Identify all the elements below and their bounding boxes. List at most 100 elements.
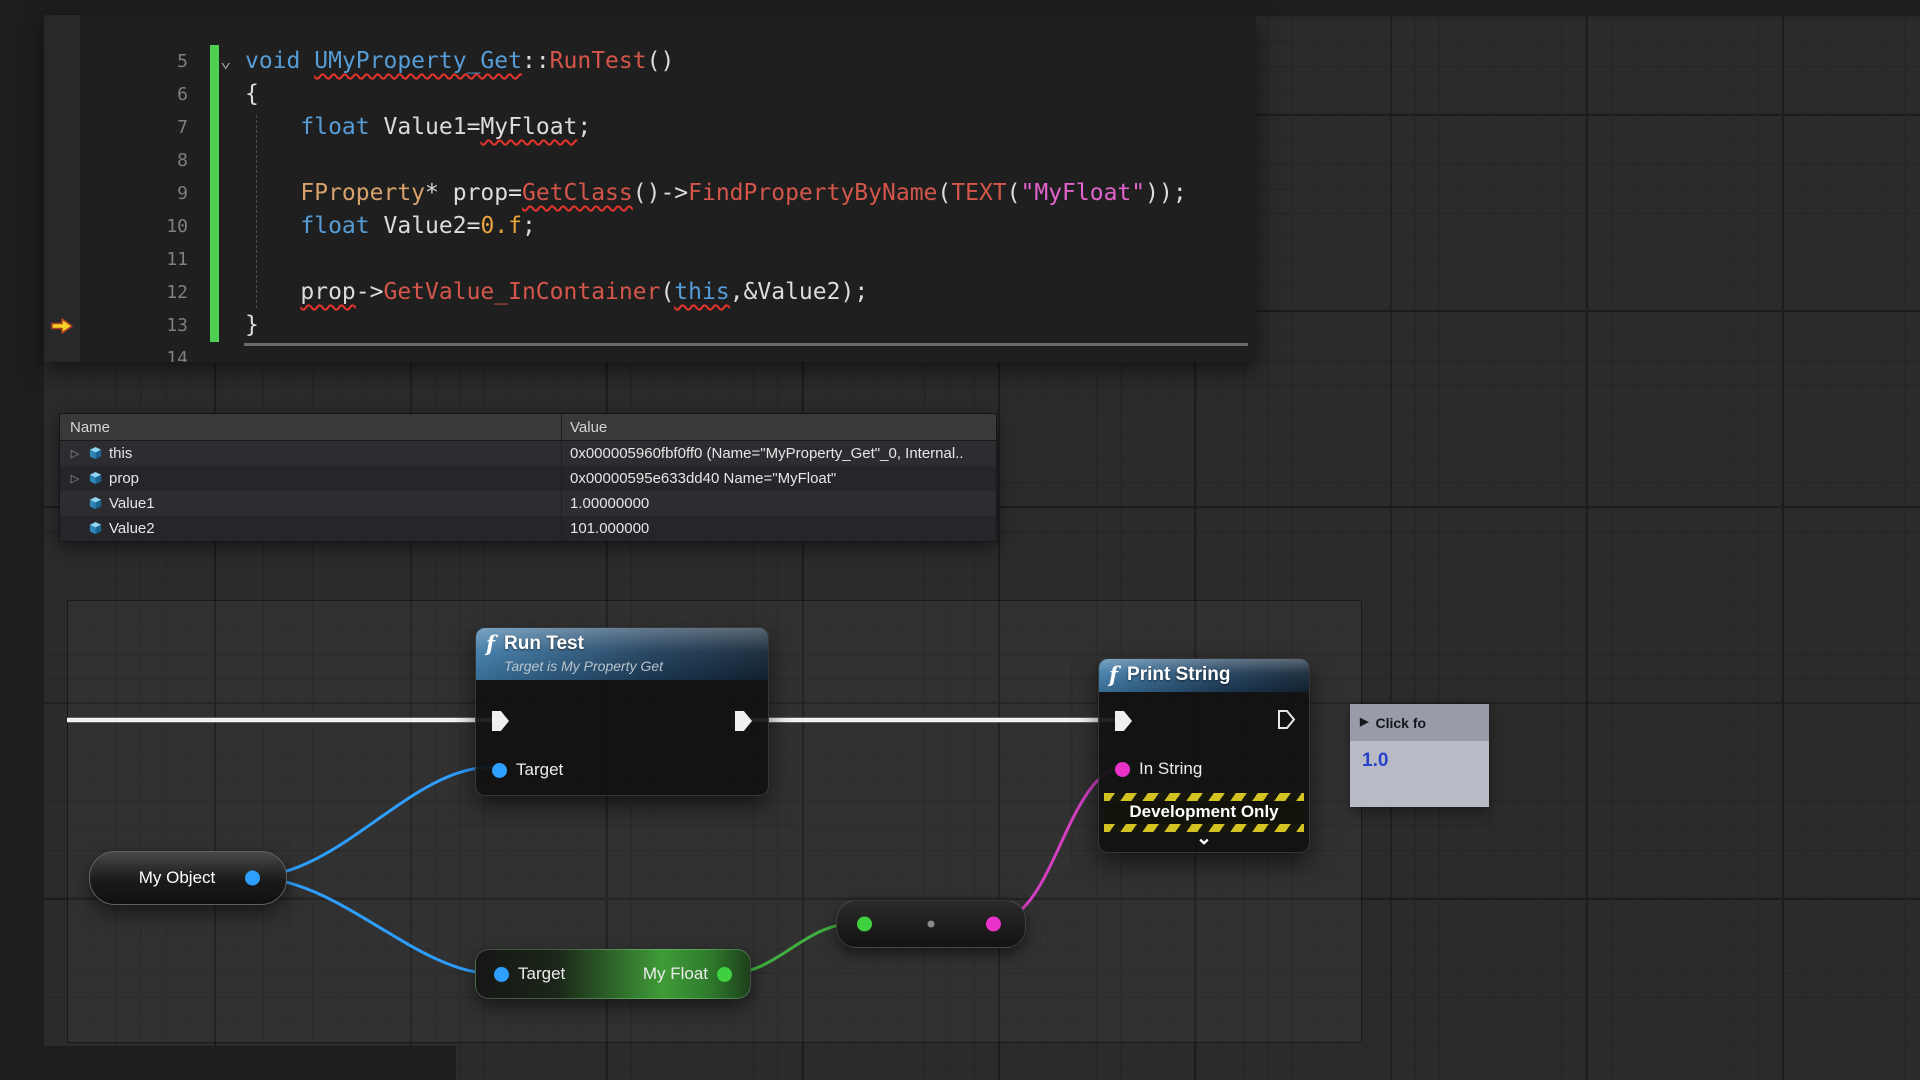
- conversion-input-pin[interactable]: [857, 917, 872, 932]
- code-token: [245, 279, 300, 305]
- variable-value: 1.00000000: [562, 495, 996, 512]
- wire-myobject-to-getter-target[interactable]: [250, 877, 496, 974]
- node-my-object[interactable]: My Object: [89, 851, 287, 905]
- code-token: ));: [1145, 180, 1187, 206]
- breakpoint-margin-cell[interactable]: [44, 111, 80, 144]
- variable-value: 0x00000595e633dd40 Name="MyFloat": [562, 470, 996, 487]
- code-token: [370, 114, 384, 140]
- breakpoint-margin-cell[interactable]: [44, 45, 80, 78]
- code-text: FProperty* prop=GetClass()->FindProperty…: [219, 177, 1256, 210]
- exec-out-pin[interactable]: [1277, 709, 1296, 730]
- code-line: 13}: [44, 309, 1256, 342]
- change-tracking-bar: [210, 276, 219, 309]
- exec-in-pin[interactable]: [492, 711, 509, 731]
- variable-name: this: [109, 445, 132, 462]
- conversion-output-pin[interactable]: [986, 917, 1001, 932]
- breakpoint-margin-cell[interactable]: [44, 210, 80, 243]
- indent-guide: [256, 115, 257, 308]
- watch-name-cell: ▷prop: [60, 466, 562, 491]
- change-tracking-bar: [210, 342, 219, 362]
- code-token: (: [660, 279, 674, 305]
- code-token: Value1: [384, 114, 467, 140]
- code-text: [219, 144, 1256, 177]
- code-text: float Value1=MyFloat;: [219, 111, 1256, 144]
- fold-chevron-icon[interactable]: ⌄: [220, 45, 231, 78]
- tooltip-header[interactable]: ▶ Click fo: [1350, 704, 1489, 741]
- watch-name-cell: Value2: [60, 516, 562, 541]
- code-line: 6{: [44, 78, 1256, 111]
- function-icon: f: [486, 633, 495, 655]
- watch-row[interactable]: ▷prop0x00000595e633dd40 Name="MyFloat": [60, 466, 996, 491]
- node-print-string[interactable]: f Print String In String Development Onl…: [1098, 658, 1310, 853]
- chevron-down-icon[interactable]: ⌄: [1099, 829, 1309, 849]
- watch-row[interactable]: Value2101.000000: [60, 516, 996, 541]
- exec-in-pin[interactable]: [1115, 711, 1132, 731]
- code-token: {: [245, 81, 259, 107]
- code-token: =: [467, 213, 481, 239]
- node-get-my-float[interactable]: Target My Float: [475, 949, 751, 999]
- line-number: 11: [80, 243, 210, 276]
- breakpoint-margin-cell[interactable]: [44, 144, 80, 177]
- code-token: ::: [522, 48, 550, 74]
- code-token: ;: [522, 213, 536, 239]
- line-number: 7: [80, 111, 210, 144]
- code-token: }: [245, 312, 259, 338]
- code-line: 8: [44, 144, 1256, 177]
- code-lines: 5⌄void UMyProperty_Get::RunTest()6{7 flo…: [44, 45, 1256, 362]
- change-tracking-bar: [210, 78, 219, 111]
- line-number: 8: [80, 144, 210, 177]
- breakpoint-margin-cell[interactable]: [44, 276, 80, 309]
- my-float-output-pin[interactable]: [717, 967, 732, 982]
- column-header-value[interactable]: Value: [562, 419, 996, 436]
- node-header: f Print String: [1099, 659, 1309, 692]
- code-token: (: [937, 180, 951, 206]
- change-tracking-bar: [210, 177, 219, 210]
- in-string-pin[interactable]: [1115, 762, 1130, 777]
- target-pin[interactable]: [492, 763, 507, 778]
- play-icon: ▶: [1360, 717, 1368, 728]
- breakpoint-margin-cell[interactable]: [44, 342, 80, 362]
- variable-icon: [88, 471, 103, 486]
- breakpoint-margin-cell[interactable]: [44, 309, 80, 342]
- exec-out-pin[interactable]: [735, 711, 752, 731]
- code-line: 11: [44, 243, 1256, 276]
- watch-row[interactable]: Value11.00000000: [60, 491, 996, 516]
- code-token: =: [467, 114, 481, 140]
- getter-target-pin[interactable]: [494, 967, 509, 982]
- line-number: 9: [80, 177, 210, 210]
- code-token: MyFloat: [480, 114, 577, 140]
- development-only-label: Development Only: [1104, 801, 1304, 824]
- code-line: 12 prop->GetValue_InContainer(this,&Valu…: [44, 276, 1256, 309]
- expander-icon[interactable]: ▷: [68, 472, 82, 485]
- wire-myobject-to-runtest-target[interactable]: [250, 767, 492, 877]
- left-edge-strip: [0, 0, 44, 1080]
- code-token: FindPropertyByName: [688, 180, 937, 206]
- line-number: 14: [80, 342, 210, 362]
- code-token: =: [508, 180, 522, 206]
- watch-name-cell: ▷ this: [60, 441, 562, 466]
- line-number: 13: [80, 309, 210, 342]
- watch-row[interactable]: ▷this0x000005960fbf0ff0 (Name="MyPropert…: [60, 441, 996, 466]
- code-token: [300, 48, 314, 74]
- node-float-to-string-conversion[interactable]: [836, 900, 1026, 948]
- code-text: ⌄void UMyProperty_Get::RunTest(): [219, 45, 1256, 78]
- node-run-test[interactable]: f Run Test Target is My Property Get Tar…: [475, 627, 769, 796]
- blueprint-canvas[interactable]: f Run Test Target is My Property Get Tar…: [0, 0, 1920, 1080]
- watch-header-row: Name Value: [60, 414, 996, 441]
- code-token: float: [300, 213, 369, 239]
- code-scrollbar[interactable]: [244, 343, 1248, 346]
- breakpoint-margin-cell[interactable]: [44, 177, 80, 210]
- expander-icon[interactable]: ▷: [68, 447, 82, 460]
- code-token: (: [1007, 180, 1021, 206]
- line-number: 12: [80, 276, 210, 309]
- node-title: Print String: [1127, 664, 1230, 686]
- breakpoint-margin-cell[interactable]: [44, 78, 80, 111]
- code-line: 9 FProperty* prop=GetClass()->FindProper…: [44, 177, 1256, 210]
- line-number: 6: [80, 78, 210, 111]
- breakpoint-margin-cell[interactable]: [44, 243, 80, 276]
- my-object-output-pin[interactable]: [245, 871, 260, 886]
- column-header-name[interactable]: Name: [60, 414, 562, 440]
- code-token: [245, 180, 300, 206]
- watch-rows: ▷this0x000005960fbf0ff0 (Name="MyPropert…: [60, 441, 996, 541]
- variable-node-label: My Object: [139, 868, 216, 888]
